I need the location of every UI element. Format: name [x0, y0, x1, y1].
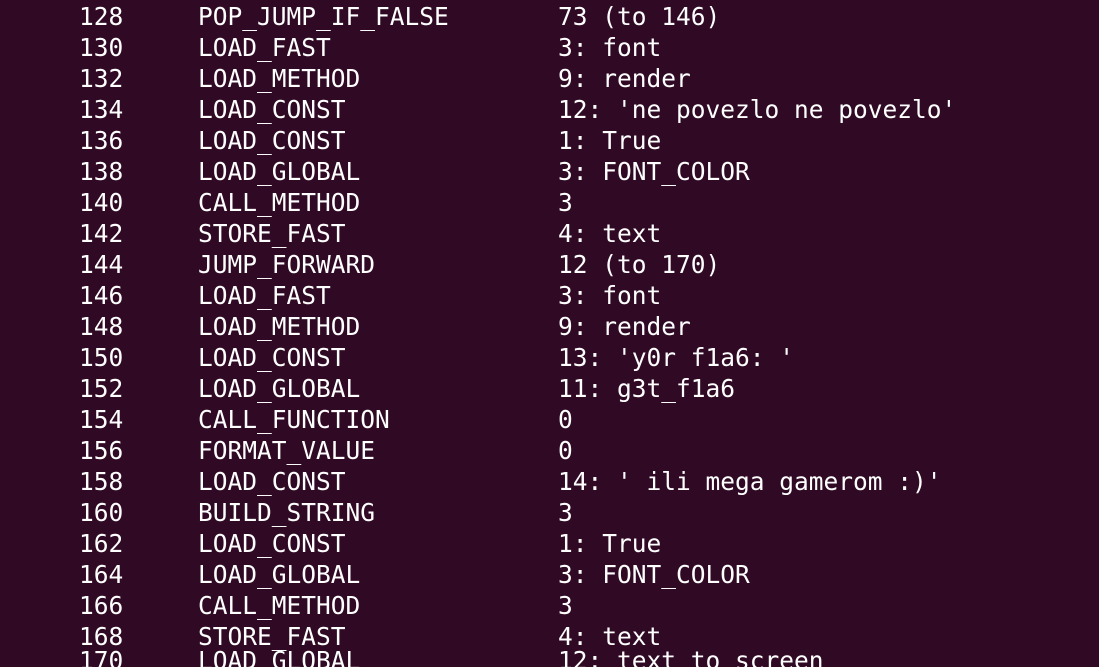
- bytecode-opname: LOAD_CONST: [198, 95, 346, 124]
- bytecode-offset: 128: [79, 2, 124, 31]
- bytecode-offset: 134: [79, 95, 124, 124]
- bytecode-offset: 138: [79, 157, 124, 186]
- bytecode-line: 142 STORE_FAST 4: text: [0, 218, 1099, 249]
- bytecode-offset: 162: [79, 529, 124, 558]
- bytecode-opname: LOAD_GLOBAL: [198, 646, 361, 667]
- bytecode-line: 160 BUILD_STRING 3: [0, 497, 1099, 528]
- bytecode-opname: BUILD_STRING: [198, 498, 376, 527]
- bytecode-offset: 130: [79, 33, 124, 62]
- bytecode-line: 136 LOAD_CONST 1: True: [0, 125, 1099, 156]
- bytecode-line: 152 LOAD_GLOBAL 11: g3t_f1a6: [0, 373, 1099, 404]
- bytecode-line: 128 POP_JUMP_IF_FALSE 73 (to 146): [0, 1, 1099, 32]
- bytecode-opname: LOAD_CONST: [198, 126, 346, 155]
- bytecode-argument: 9: render: [558, 64, 691, 93]
- bytecode-offset: 148: [79, 312, 124, 341]
- terminal-window[interactable]: 128 POP_JUMP_IF_FALSE 73 (to 146) 130 LO…: [0, 0, 1099, 667]
- bytecode-line-partial: 170 LOAD_GLOBAL 12: text_to_screen: [0, 645, 1099, 667]
- bytecode-line: 148 LOAD_METHOD 9: render: [0, 311, 1099, 342]
- bytecode-offset: 152: [79, 374, 124, 403]
- bytecode-argument: 11: g3t_f1a6: [558, 374, 736, 403]
- bytecode-offset: 166: [79, 591, 124, 620]
- bytecode-line: 138 LOAD_GLOBAL 3: FONT_COLOR: [0, 156, 1099, 187]
- bytecode-opname: LOAD_CONST: [198, 529, 346, 558]
- bytecode-offset: 160: [79, 498, 124, 527]
- bytecode-opname: LOAD_METHOD: [198, 312, 361, 341]
- bytecode-argument: 12: text_to_screen: [558, 646, 824, 667]
- bytecode-line: 146 LOAD_FAST 3: font: [0, 280, 1099, 311]
- bytecode-opname: LOAD_METHOD: [198, 64, 361, 93]
- bytecode-offset: 146: [79, 281, 124, 310]
- bytecode-opname: LOAD_CONST: [198, 467, 346, 496]
- bytecode-line: 140 CALL_METHOD 3: [0, 187, 1099, 218]
- bytecode-argument: 3: FONT_COLOR: [558, 157, 750, 186]
- bytecode-line: 166 CALL_METHOD 3: [0, 590, 1099, 621]
- bytecode-argument: 3: [558, 591, 573, 620]
- bytecode-line: 130 LOAD_FAST 3: font: [0, 32, 1099, 63]
- bytecode-argument: 3: [558, 498, 573, 527]
- bytecode-offset: 158: [79, 467, 124, 496]
- bytecode-line: 156 FORMAT_VALUE 0: [0, 435, 1099, 466]
- bytecode-opname: JUMP_FORWARD: [198, 250, 376, 279]
- bytecode-argument: 1: True: [558, 529, 662, 558]
- bytecode-line: 132 LOAD_METHOD 9: render: [0, 63, 1099, 94]
- bytecode-argument: 3: [558, 188, 573, 217]
- bytecode-argument: 0: [558, 436, 573, 465]
- bytecode-line: 134 LOAD_CONST 12: 'ne povezlo ne povezl…: [0, 94, 1099, 125]
- bytecode-line: 150 LOAD_CONST 13: 'y0r f1a6: ': [0, 342, 1099, 373]
- bytecode-offset: 140: [79, 188, 124, 217]
- bytecode-offset: 154: [79, 405, 124, 434]
- bytecode-offset: 136: [79, 126, 124, 155]
- bytecode-opname: CALL_METHOD: [198, 591, 361, 620]
- bytecode-opname: LOAD_GLOBAL: [198, 157, 361, 186]
- bytecode-line: 154 CALL_FUNCTION 0: [0, 404, 1099, 435]
- bytecode-argument: 9: render: [558, 312, 691, 341]
- bytecode-line: 164 LOAD_GLOBAL 3: FONT_COLOR: [0, 559, 1099, 590]
- bytecode-argument: 3: font: [558, 33, 662, 62]
- bytecode-argument: 1: True: [558, 126, 662, 155]
- bytecode-opname: LOAD_FAST: [198, 281, 331, 310]
- bytecode-opname: LOAD_CONST: [198, 343, 346, 372]
- bytecode-line: 144 JUMP_FORWARD 12 (to 170): [0, 249, 1099, 280]
- bytecode-offset: 150: [79, 343, 124, 372]
- bytecode-argument: 3: font: [558, 281, 662, 310]
- bytecode-offset: 164: [79, 560, 124, 589]
- bytecode-argument: 0: [558, 405, 573, 434]
- bytecode-argument: 12 (to 170): [558, 250, 721, 279]
- bytecode-opname: STORE_FAST: [198, 219, 346, 248]
- bytecode-opname: LOAD_GLOBAL: [198, 374, 361, 403]
- bytecode-opname: POP_JUMP_IF_FALSE: [198, 2, 449, 31]
- bytecode-opname: LOAD_GLOBAL: [198, 560, 361, 589]
- bytecode-offset: 144: [79, 250, 124, 279]
- bytecode-opname: FORMAT_VALUE: [198, 436, 376, 465]
- bytecode-argument: 4: text: [558, 219, 662, 248]
- bytecode-offset: 142: [79, 219, 124, 248]
- bytecode-opname: CALL_FUNCTION: [198, 405, 390, 434]
- bytecode-argument: 14: ' ili mega gamerom :)': [558, 467, 942, 496]
- bytecode-argument: 73 (to 146): [558, 2, 721, 31]
- bytecode-line: 162 LOAD_CONST 1: True: [0, 528, 1099, 559]
- bytecode-offset: 132: [79, 64, 124, 93]
- bytecode-offset: 170: [79, 646, 124, 667]
- bytecode-argument: 12: 'ne povezlo ne povezlo': [558, 95, 957, 124]
- bytecode-offset: 156: [79, 436, 124, 465]
- bytecode-argument: 13: 'y0r f1a6: ': [558, 343, 795, 372]
- bytecode-argument: 3: FONT_COLOR: [558, 560, 750, 589]
- bytecode-opname: CALL_METHOD: [198, 188, 361, 217]
- bytecode-opname: LOAD_FAST: [198, 33, 331, 62]
- bytecode-line: 158 LOAD_CONST 14: ' ili mega gamerom :)…: [0, 466, 1099, 497]
